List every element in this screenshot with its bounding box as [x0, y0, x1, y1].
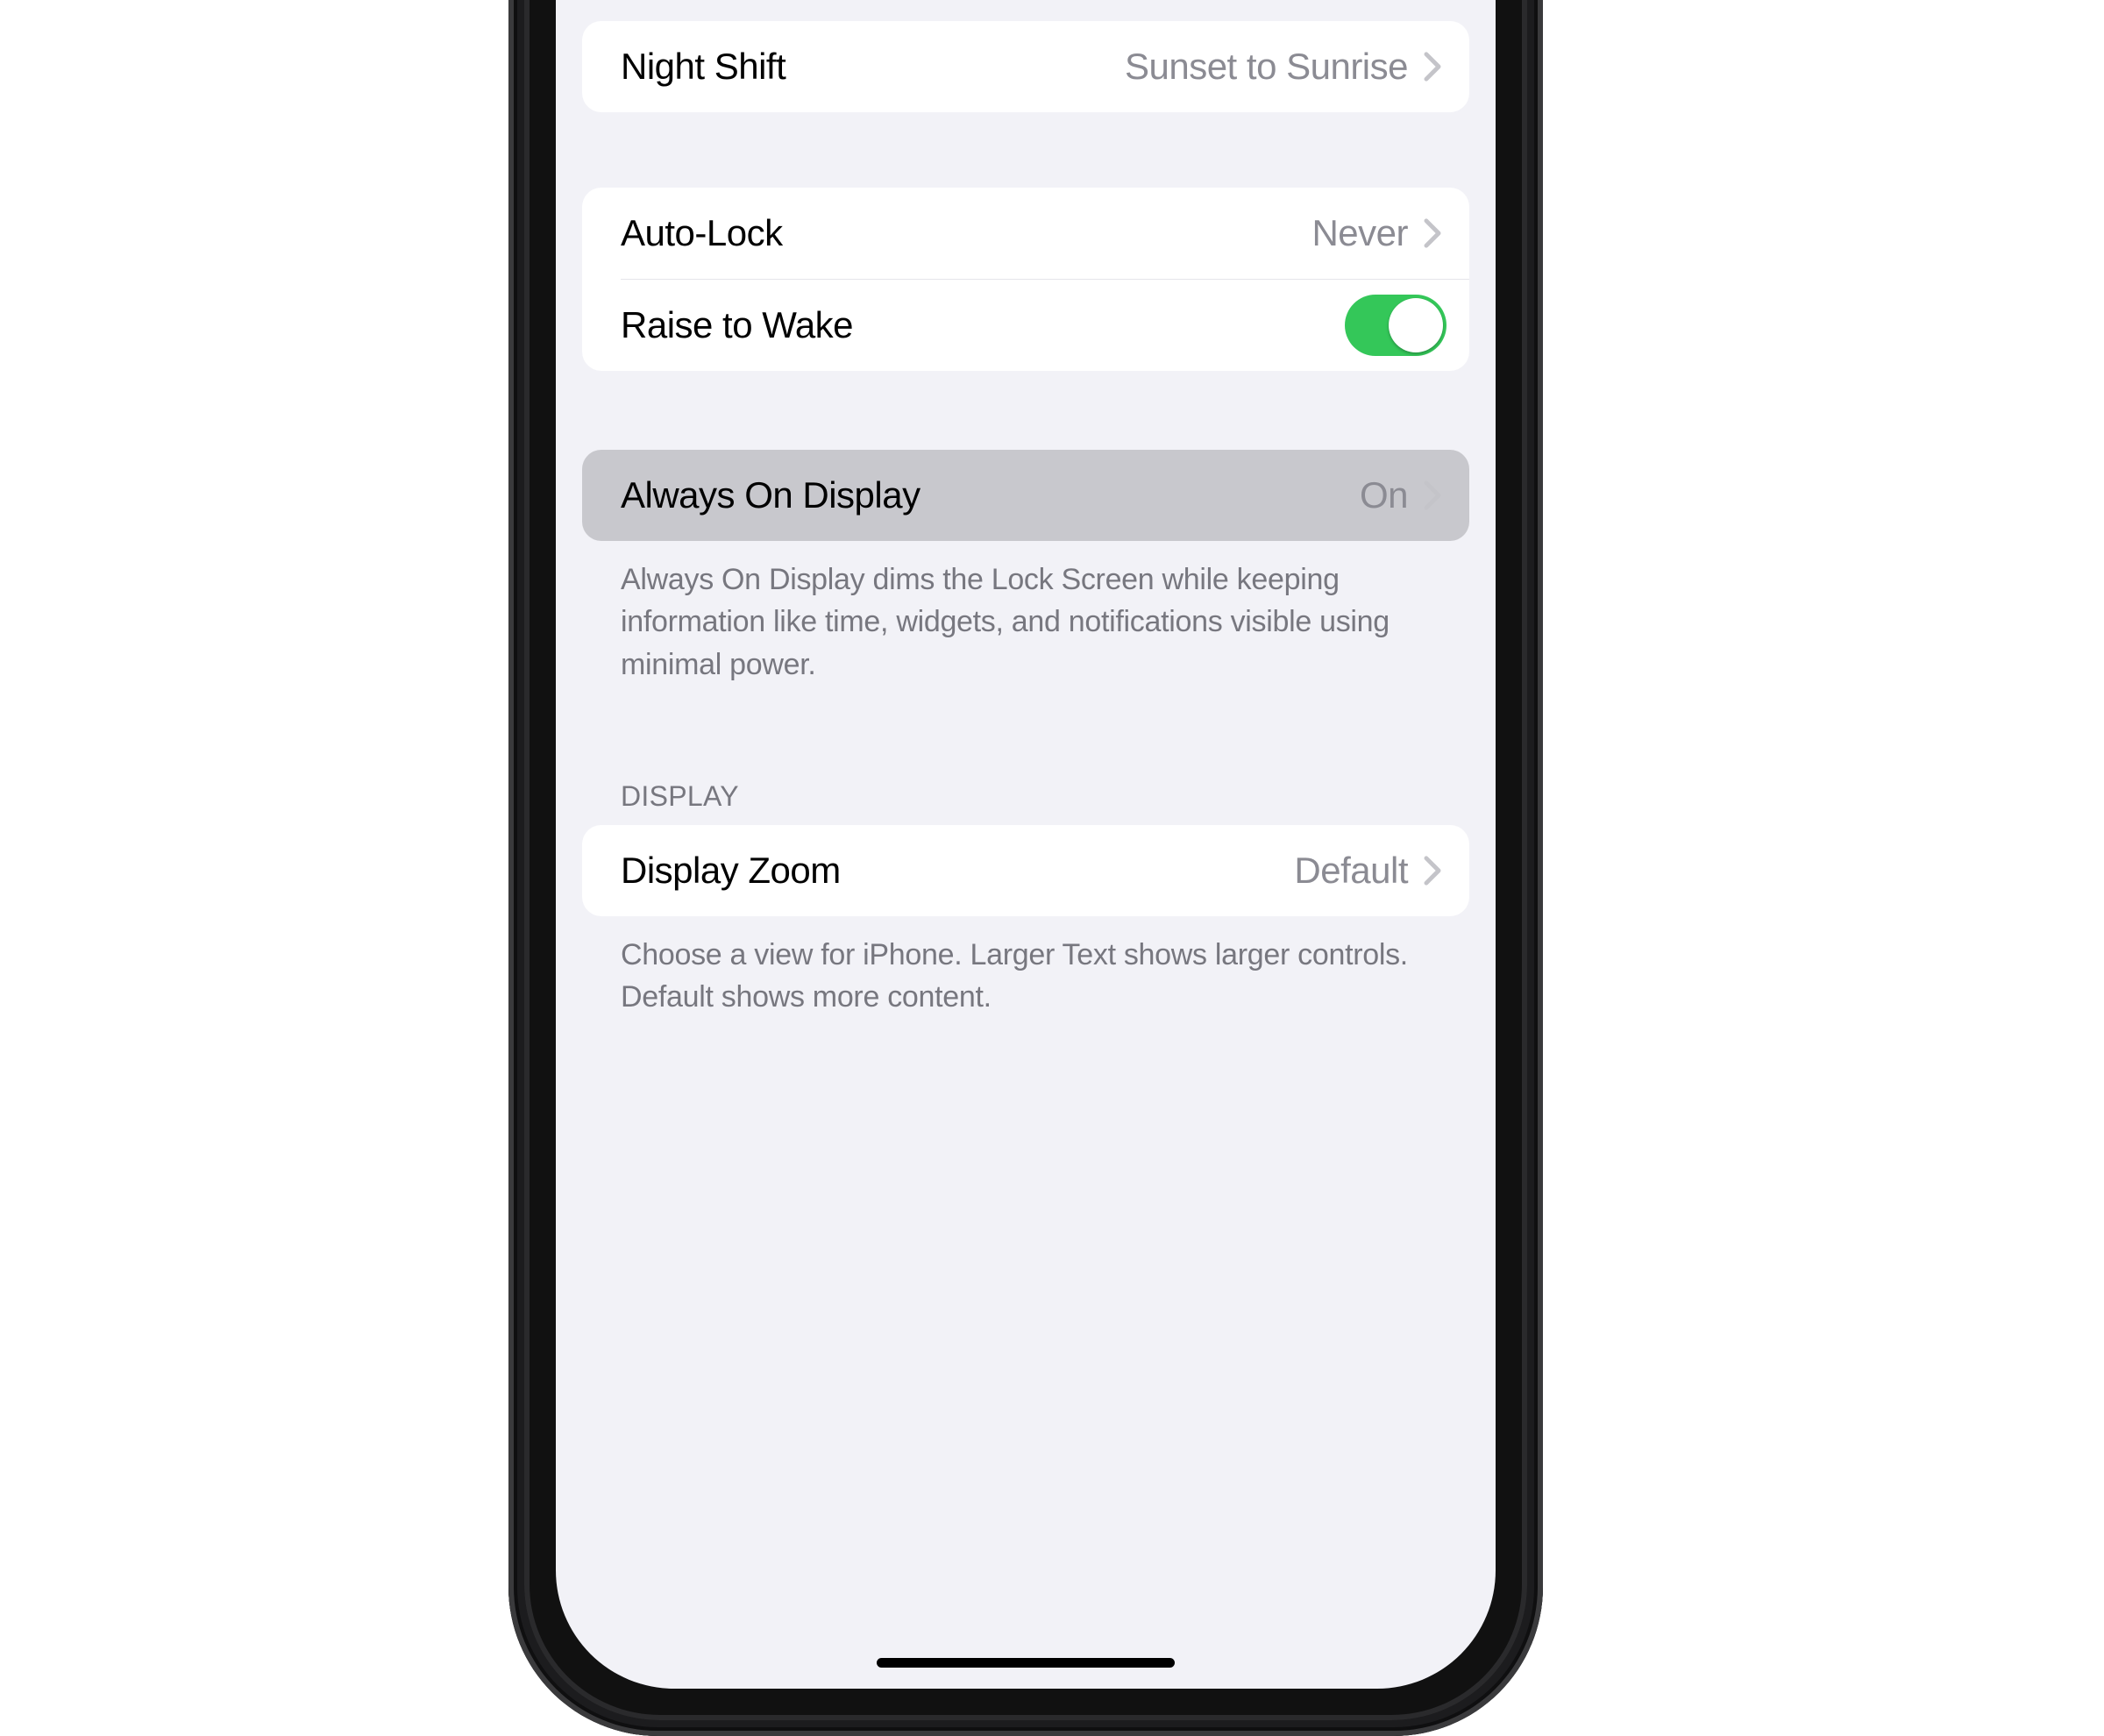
always-on-display-value: On [1360, 474, 1408, 516]
night-shift-value: Sunset to Sunrise [1125, 46, 1408, 88]
auto-lock-label: Auto-Lock [621, 212, 1311, 254]
always-on-display-footer: Always On Display dims the Lock Screen w… [582, 541, 1469, 686]
display-zoom-row[interactable]: Display Zoom Default [582, 825, 1469, 916]
device-frame: Night Shift Sunset to Sunrise Auto-Lock [508, 0, 1543, 1736]
chevron-right-icon [1424, 856, 1441, 886]
always-on-display-row[interactable]: Always On Display On [582, 450, 1469, 541]
display-section-header: DISPLAY [582, 780, 1469, 825]
chevron-right-icon [1424, 52, 1441, 82]
toggle-knob [1389, 298, 1443, 352]
auto-lock-value: Never [1311, 212, 1408, 254]
display-zoom-label: Display Zoom [621, 850, 1294, 892]
night-shift-label: Night Shift [621, 46, 1125, 88]
display-zoom-footer: Choose a view for iPhone. Larger Text sh… [582, 916, 1469, 1019]
always-on-display-group: Always On Display On [582, 450, 1469, 541]
auto-lock-row[interactable]: Auto-Lock Never [582, 188, 1469, 279]
lock-group: Auto-Lock Never Raise to Wake [582, 188, 1469, 371]
raise-to-wake-label: Raise to Wake [621, 304, 1345, 346]
display-zoom-value: Default [1294, 850, 1408, 892]
home-indicator[interactable] [877, 1658, 1175, 1668]
night-shift-group: Night Shift Sunset to Sunrise [582, 21, 1469, 112]
chevron-right-icon [1424, 480, 1441, 510]
chevron-right-icon [1424, 218, 1441, 248]
raise-to-wake-toggle[interactable] [1345, 295, 1446, 356]
display-zoom-group: Display Zoom Default [582, 825, 1469, 916]
raise-to-wake-row: Raise to Wake [582, 280, 1469, 371]
screen: Night Shift Sunset to Sunrise Auto-Lock [556, 0, 1496, 1689]
night-shift-row[interactable]: Night Shift Sunset to Sunrise [582, 21, 1469, 112]
settings-content: Night Shift Sunset to Sunrise Auto-Lock [556, 21, 1496, 1018]
always-on-display-label: Always On Display [621, 474, 1360, 516]
